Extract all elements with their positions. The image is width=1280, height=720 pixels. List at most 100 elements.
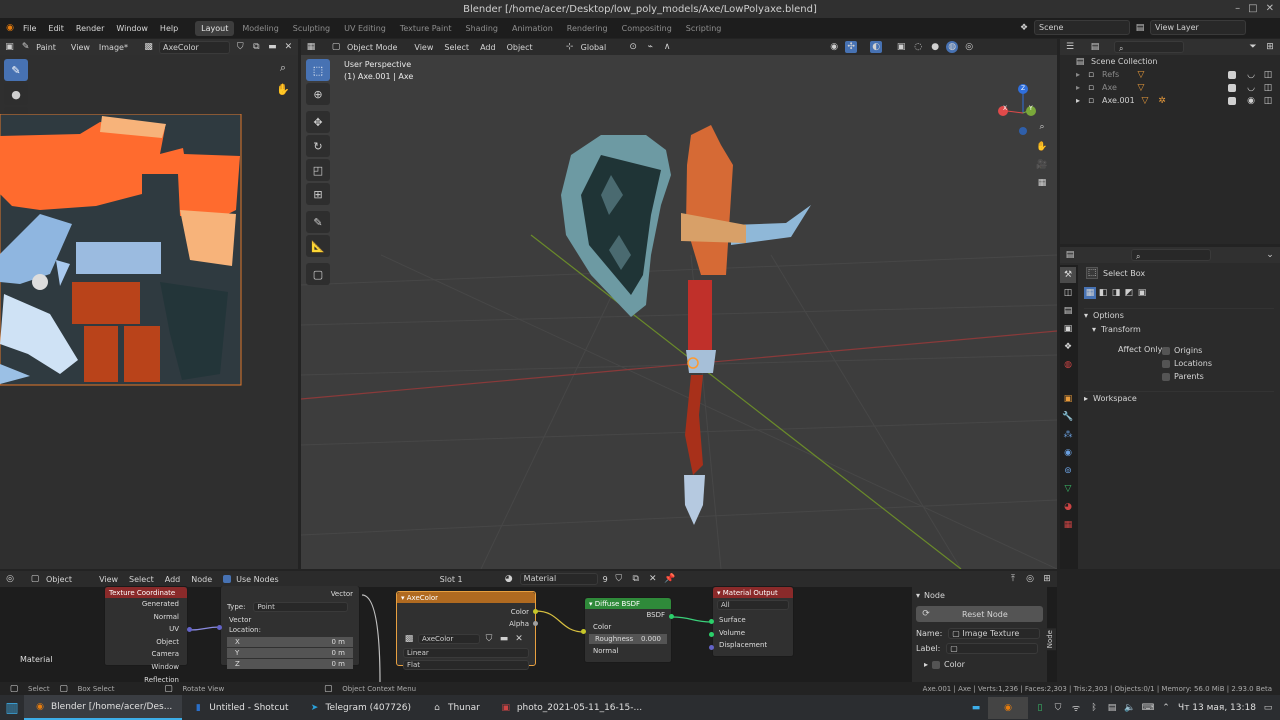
node-header[interactable]: ▾ AxeColor [397,592,535,603]
outliner-item-axe[interactable]: ▸ ▫ Axe ▽ ◡ ◫ [1060,81,1280,94]
node-material-output[interactable]: ▾ Material Output All Surface Volume Dis… [712,586,794,657]
options-section[interactable]: ▾ Options [1084,308,1274,320]
task-thunar[interactable]: ⌂ Thunar [421,695,490,720]
tab-animation[interactable]: Animation [506,21,559,36]
desktop-icon[interactable]: ▬ [970,702,982,714]
image-browse-icon[interactable]: ▩ [403,633,415,645]
editor-type-icon[interactable]: ▣ [4,41,15,53]
image-name-field[interactable]: AxeColor [418,634,480,644]
node-add-menu[interactable]: Add [165,575,181,584]
hide-eye-icon[interactable]: ◉ [1245,95,1257,107]
node-image-texture[interactable]: ▾ AxeColor Color Alpha ▩ AxeColor ⛉ ▬ ✕ … [396,591,536,670]
node-tab[interactable]: Node [1044,628,1056,651]
viewport-object-menu[interactable]: Object [507,43,533,52]
input-displacement[interactable]: Displacement [719,639,787,652]
parent-node-icon[interactable]: ⤒ [1007,573,1019,585]
view-layer-field[interactable]: View Layer [1150,20,1246,35]
output-window[interactable]: Window [105,661,179,674]
cursor-icon[interactable]: ⊕ [306,83,330,105]
mode-subtract-icon[interactable]: ◨ [1110,287,1122,299]
tab-sculpting[interactable]: Sculpting [287,21,336,36]
clock[interactable]: Чт 13 мая, 13:18 [1178,703,1256,713]
visibility-checkbox[interactable] [1228,70,1236,79]
viewport-add-menu[interactable]: Add [480,43,496,52]
solid-shading-icon[interactable]: ● [929,41,941,53]
node-mapping[interactable]: Vector Type: Point Vector Location: X0 m… [220,586,360,669]
modifier-tab-icon[interactable]: 🔧 [1060,409,1076,425]
mode-extend-icon[interactable]: ◧ [1097,287,1109,299]
rendered-shading-icon[interactable]: ◎ [963,41,975,53]
input-surface[interactable]: Surface [719,614,787,627]
mode-difference-icon[interactable]: ◩ [1123,287,1135,299]
annotate-icon[interactable]: ✎ [306,211,330,233]
world-tab-icon[interactable]: ◍ [1060,357,1076,373]
material-name-field[interactable]: Material [519,573,598,585]
pin-icon[interactable]: 📌 [664,573,676,585]
render-camera-icon[interactable]: ◫ [1262,95,1274,107]
output-object[interactable]: Object [105,636,179,649]
gizmo-y-label[interactable]: Y [1029,105,1033,112]
snap-icon[interactable]: ⌁ [644,41,656,53]
projection-dropdown[interactable]: Flat [403,660,529,670]
draw-brush-icon[interactable]: ✎ [4,59,28,81]
input-color[interactable]: Color [585,619,671,633]
tray-keyboard-icon[interactable]: ⌨ [1142,702,1155,714]
show-desktop-icon[interactable]: ▭ [1262,702,1274,714]
tab-rendering[interactable]: Rendering [561,21,614,36]
options-dropdown-icon[interactable]: ⌄ [1264,249,1276,261]
app-menu-icon[interactable]: ▥ [0,695,24,720]
menu-edit[interactable]: Edit [43,22,69,35]
editor-type-icon[interactable]: ▤ [1064,249,1076,261]
unlink-icon[interactable]: ✕ [283,41,294,53]
select-box-icon[interactable]: ⬚ [306,59,330,81]
properties-search[interactable]: ⌕ [1131,249,1211,261]
output-color[interactable]: Color [397,606,529,618]
input-normal[interactable]: Normal [585,645,671,657]
scene-tab-icon[interactable]: ❖ [1060,339,1076,355]
unlink-icon[interactable]: ✕ [513,633,525,645]
transform-subsection[interactable]: ▾ Transform [1092,325,1141,334]
image-canvas[interactable]: ✎ ● ☝ ⊥ ◆ ▣ 〜 ⌕ ✋ [0,55,298,569]
slot-dropdown[interactable]: Slot 1 [440,575,480,584]
zoom-icon[interactable]: ⌕ [277,61,289,74]
outliner-item-axe-001[interactable]: ▸ ▫ Axe.001 ▽ ✲ ◉ ◫ [1060,94,1280,107]
expand-arrow-icon[interactable]: ▸ [1084,394,1088,403]
tray-expand-icon[interactable]: ⌃ [1160,702,1172,714]
locations-checkbox[interactable]: Locations [1162,357,1212,370]
texture-tab-icon[interactable]: ▦ [1060,517,1076,533]
expand-arrow-icon[interactable]: ▸ [1076,83,1080,92]
overlay-toggle-icon[interactable]: ◐ [870,41,883,53]
view-layer-icon[interactable]: ▤ [1134,22,1146,34]
outliner-search[interactable]: ⌕ [1114,41,1184,53]
3d-viewport[interactable]: ▦ ▢ Object Mode View Select Add Object ⊹… [301,39,1057,569]
menu-help[interactable]: Help [155,22,183,35]
orientation-icon[interactable]: ⊹ [564,41,576,53]
image-browse-icon[interactable]: ▩ [143,41,154,53]
add-cube-icon[interactable]: ▢ [306,263,330,285]
tray-network-icon[interactable]: ᯤ [1070,702,1082,714]
viewport-view-menu[interactable]: View [414,43,433,52]
node-header[interactable]: ▾ Material Output [713,587,793,598]
roughness-field[interactable]: Roughness 0.000 [589,634,667,644]
object-tab-icon[interactable]: ▣ [1060,391,1076,407]
physics-tab-icon[interactable]: ◉ [1060,445,1076,461]
node-header[interactable]: Texture Coordinate [105,587,187,598]
visibility-icon[interactable]: ◉ [828,41,840,53]
mapping-type-dropdown[interactable]: Point [253,602,349,612]
output-normal[interactable]: Normal [105,611,179,624]
grid-view-icon[interactable]: ▦ [1034,175,1050,191]
tray-clipboard-icon[interactable]: ▤ [1106,702,1118,714]
location-z-field[interactable]: Z0 m [227,659,353,669]
scene-field[interactable]: Scene [1034,20,1130,35]
duplicate-material-icon[interactable]: ⧉ [630,573,642,585]
output-target-dropdown[interactable]: All [717,600,789,610]
view-layer-tab-icon[interactable]: ▣ [1060,321,1076,337]
output-camera[interactable]: Camera [105,648,179,661]
material-tab-icon[interactable]: ◕ [1060,499,1076,515]
location-y-field[interactable]: Y0 m [227,648,353,658]
editor-type-icon[interactable]: ☰ [1064,41,1076,53]
output-bsdf[interactable]: BSDF [585,611,671,619]
origins-checkbox[interactable]: Origins [1162,344,1212,357]
tab-compositing[interactable]: Compositing [616,21,678,36]
tab-uv-editing[interactable]: UV Editing [338,21,392,36]
